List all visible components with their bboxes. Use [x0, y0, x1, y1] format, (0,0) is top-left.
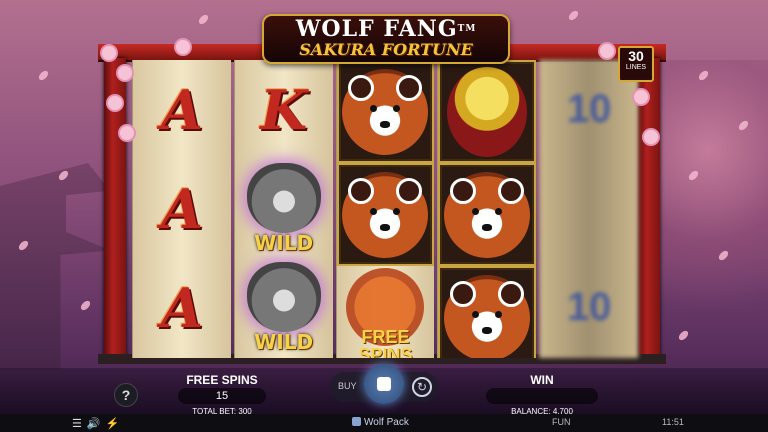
blossom	[176, 40, 190, 54]
bottom-icons: ☰🔊⚡	[72, 417, 124, 430]
reel-2: K WILD WILD	[233, 60, 333, 358]
clock: 11:51	[662, 417, 684, 427]
provider-icon	[352, 417, 361, 426]
symbol-a: A	[160, 176, 203, 241]
trademark: TM	[457, 24, 477, 34]
wild-label: WILD	[254, 230, 314, 255]
red-panda-icon	[444, 171, 531, 258]
free-spins-counter-label: FREE SPINS	[186, 373, 258, 387]
symbol-10: 10	[566, 285, 612, 329]
symbol-a: A	[160, 77, 203, 142]
stop-icon	[377, 377, 391, 391]
lines-count: 30	[628, 48, 644, 64]
symbol-k: K	[260, 77, 308, 142]
petal	[567, 8, 580, 23]
free-spins-counter-value: 15	[178, 388, 266, 404]
red-panda-icon	[342, 171, 429, 258]
autoplay-icon[interactable]: ↻	[412, 377, 432, 397]
play-mode: FUN	[552, 417, 571, 427]
provider-name: Wolf Pack	[352, 417, 409, 428]
buy-button[interactable]: BUY	[338, 381, 357, 391]
petal	[197, 12, 210, 27]
symbol-red-panda	[336, 60, 435, 163]
logo-subtitle: SAKURA FORTUNE	[299, 40, 473, 59]
spin-button[interactable]	[364, 364, 404, 404]
symbol-red-panda	[438, 266, 537, 358]
paylines-badge: 30 LINES	[618, 46, 654, 82]
blossom	[118, 66, 132, 80]
crowned-crane-icon	[447, 66, 528, 157]
symbol-wild: WILD	[235, 258, 333, 357]
symbol-a: A	[160, 275, 203, 340]
win-value	[486, 388, 598, 404]
blossom	[634, 90, 648, 104]
symbol-red-panda	[336, 163, 435, 266]
free-spins-label: FREE SPINS	[358, 326, 413, 359]
blossom	[120, 126, 134, 140]
help-icon[interactable]: ?	[114, 383, 138, 407]
red-panda-icon	[342, 68, 429, 155]
symbol-blurred	[540, 159, 638, 258]
win-label: WIN	[530, 373, 554, 387]
menu-icon[interactable]: ☰	[72, 418, 87, 430]
blossom	[600, 44, 614, 58]
sound-icon[interactable]: 🔊	[87, 418, 106, 430]
symbol-red-panda	[438, 163, 537, 266]
red-panda-icon	[444, 274, 531, 358]
turbo-icon[interactable]: ⚡	[106, 418, 125, 430]
logo-title: WOLF FANG	[295, 16, 458, 42]
lines-label: LINES	[625, 64, 647, 71]
blossom	[102, 46, 116, 60]
symbol-crowned-crane	[438, 60, 537, 163]
bottom-bar: ☰🔊⚡ Wolf Pack FUN 11:51	[0, 414, 768, 432]
wolf-icon	[246, 162, 321, 233]
blossom	[108, 96, 122, 110]
reel-5-spinning: 10 10	[539, 60, 638, 358]
symbol-free-spins: FREE SPINS	[337, 266, 435, 358]
pagoda-silhouette	[0, 163, 110, 370]
petal	[37, 68, 50, 83]
symbol-wild: WILD	[235, 159, 333, 258]
reel-4	[437, 60, 537, 358]
wild-label: WILD	[254, 329, 314, 354]
reel-3: FREE SPINS	[335, 60, 435, 358]
game-logo: WOLF FANGTM SAKURA FORTUNE	[262, 14, 510, 64]
wolf-icon	[246, 261, 321, 332]
blossom	[644, 130, 658, 144]
reel-grid: A A A K WILD WILD FREE SPINS 10 10	[132, 60, 638, 358]
petal	[79, 298, 92, 313]
reel-1: A A A	[132, 60, 231, 358]
